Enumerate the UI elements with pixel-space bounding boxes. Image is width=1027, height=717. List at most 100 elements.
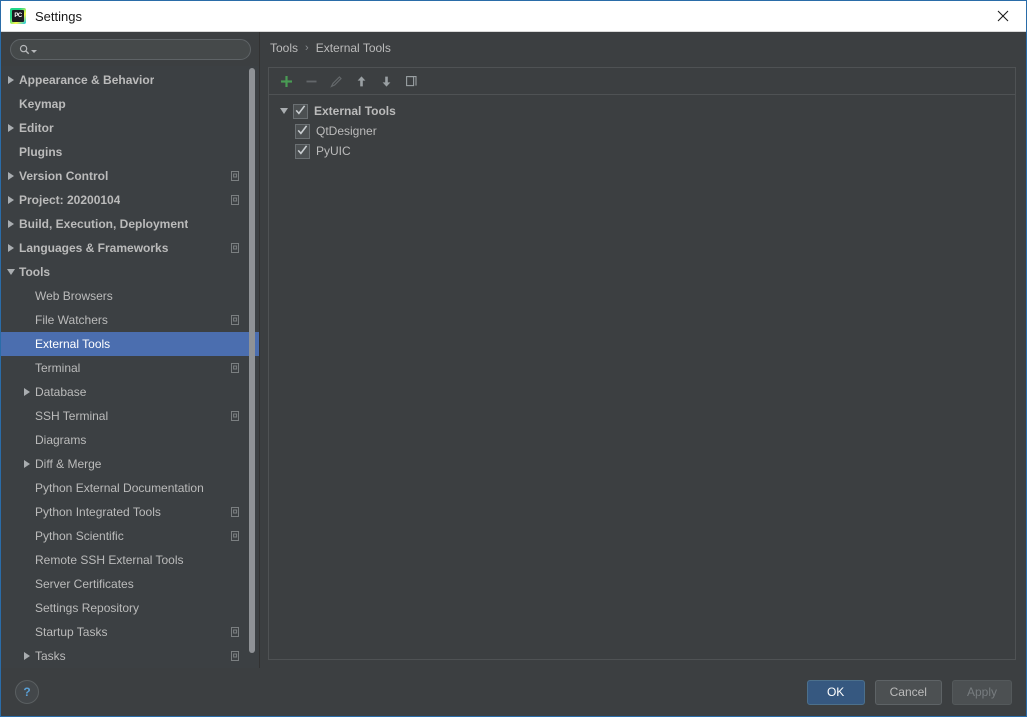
dialog-footer: ? OK Cancel Apply <box>1 668 1026 716</box>
pycharm-logo-icon <box>10 8 26 24</box>
arrow-up-icon[interactable] <box>349 69 374 93</box>
search-icon <box>19 44 30 55</box>
chevron-down-icon[interactable] <box>3 269 19 275</box>
sidebar-item-version-control[interactable]: Version Control <box>1 164 259 188</box>
sidebar-item-tools[interactable]: Tools <box>1 260 259 284</box>
sidebar-scrollbar-thumb[interactable] <box>249 68 255 653</box>
sidebar-scrollbar[interactable] <box>248 66 256 668</box>
tree-item-checkbox[interactable] <box>295 123 310 139</box>
breadcrumb-current: External Tools <box>315 41 391 55</box>
sidebar-scroll-area: Appearance & Behavior Keymap Editor Plugins… <box>1 66 259 668</box>
chevron-right-icon[interactable] <box>19 388 35 396</box>
dialog-content: Appearance & Behavior Keymap Editor Plugins… <box>1 32 1026 668</box>
sidebar-item-web-browsers[interactable]: Web Browsers <box>1 284 259 308</box>
sidebar-item-python-scientific[interactable]: Python Scientific <box>1 524 259 548</box>
apply-button[interactable]: Apply <box>951 679 1012 705</box>
sidebar-item-tasks[interactable]: Tasks <box>1 644 259 668</box>
chevron-right-icon[interactable] <box>3 124 19 132</box>
sidebar-item-label: Tasks <box>35 649 66 663</box>
sidebar-item-terminal[interactable]: Terminal <box>1 356 259 380</box>
project-scope-icon <box>231 242 241 254</box>
sidebar-item-label: Diagrams <box>35 433 87 447</box>
sidebar-item-python-external-documentation[interactable]: Python External Documentation <box>1 476 259 500</box>
window-title: Settings <box>35 8 82 24</box>
tree-item-checkbox[interactable] <box>295 143 310 159</box>
arrow-down-icon[interactable] <box>374 69 399 93</box>
sidebar-item-keymap[interactable]: Keymap <box>1 92 259 116</box>
tree-item-row[interactable]: QtDesigner <box>275 121 1015 141</box>
copy-icon[interactable] <box>399 69 424 93</box>
external-tools-panel: External Tools QtDesigner PyUIC <box>268 67 1016 660</box>
help-icon[interactable]: ? <box>15 680 39 704</box>
sidebar-item-diagrams[interactable]: Diagrams <box>1 428 259 452</box>
chevron-right-icon[interactable] <box>3 220 19 228</box>
sidebar-item-label: Server Certificates <box>35 577 134 591</box>
sidebar-item-plugins[interactable]: Plugins <box>1 140 259 164</box>
ok-button[interactable]: OK <box>806 679 865 705</box>
tree-item-label: QtDesigner <box>316 124 377 138</box>
project-scope-icon <box>231 530 241 542</box>
sidebar-item-label: Project: 20200104 <box>19 193 121 207</box>
chevron-right-icon[interactable] <box>3 172 19 180</box>
sidebar-item-ssh-terminal[interactable]: SSH Terminal <box>1 404 259 428</box>
search-input[interactable] <box>37 41 250 58</box>
project-scope-icon <box>231 506 241 518</box>
external-tools-tree: External Tools QtDesigner PyUIC <box>269 95 1015 161</box>
sidebar-item-remote-ssh-external-tools[interactable]: Remote SSH External Tools <box>1 548 259 572</box>
sidebar-item-languages-frameworks[interactable]: Languages & Frameworks <box>1 236 259 260</box>
project-scope-icon <box>231 410 241 422</box>
tree-group-checkbox[interactable] <box>293 103 308 119</box>
sidebar-item-label: Build, Execution, Deployment <box>19 217 189 231</box>
sidebar-item-python-integrated-tools[interactable]: Python Integrated Tools <box>1 500 259 524</box>
sidebar-item-editor[interactable]: Editor <box>1 116 259 140</box>
chevron-right-icon[interactable] <box>3 244 19 252</box>
sidebar-item-label: External Tools <box>35 337 111 351</box>
project-scope-icon <box>231 650 241 662</box>
chevron-down-icon[interactable] <box>275 108 293 114</box>
chevron-right-icon[interactable] <box>3 76 19 84</box>
project-scope-icon <box>231 362 241 374</box>
cancel-button[interactable]: Cancel <box>874 679 942 705</box>
sidebar-item-project-20200104[interactable]: Project: 20200104 <box>1 188 259 212</box>
sidebar-item-label: Plugins <box>19 145 63 159</box>
sidebar-item-label: Diff & Merge <box>35 457 102 471</box>
sidebar-item-label: Settings Repository <box>35 601 140 615</box>
sidebar-item-label: Appearance & Behavior <box>19 73 155 87</box>
chevron-right-icon[interactable] <box>19 460 35 468</box>
tree-group-row[interactable]: External Tools <box>275 101 1015 121</box>
sidebar-item-startup-tasks[interactable]: Startup Tasks <box>1 620 259 644</box>
project-scope-icon <box>231 314 241 326</box>
sidebar-item-build-execution-deployment[interactable]: Build, Execution, Deployment <box>1 212 259 236</box>
chevron-right-icon[interactable] <box>19 652 35 660</box>
settings-dialog-window: Settings Appearanc <box>0 0 1027 717</box>
sidebar-item-label: File Watchers <box>35 313 108 327</box>
chevron-right-icon[interactable] <box>3 196 19 204</box>
sidebar-item-label: Version Control <box>19 169 109 183</box>
project-scope-icon <box>231 626 241 638</box>
sidebar-item-list: Appearance & Behavior Keymap Editor Plugins… <box>1 66 259 668</box>
sidebar-item-label: Web Browsers <box>35 289 113 303</box>
close-icon[interactable] <box>980 1 1026 30</box>
tree-group-label: External Tools <box>314 104 396 118</box>
tree-item-label: PyUIC <box>316 144 351 158</box>
search-field[interactable] <box>10 39 251 60</box>
breadcrumb-parent[interactable]: Tools <box>270 41 298 55</box>
title-bar: Settings <box>1 1 1026 32</box>
remove-button[interactable] <box>299 69 324 93</box>
sidebar-item-server-certificates[interactable]: Server Certificates <box>1 572 259 596</box>
tree-item-row[interactable]: PyUIC <box>275 141 1015 161</box>
sidebar-item-database[interactable]: Database <box>1 380 259 404</box>
breadcrumb: Tools › External Tools <box>260 32 1016 64</box>
sidebar-item-settings-repository[interactable]: Settings Repository <box>1 596 259 620</box>
sidebar-item-file-watchers[interactable]: File Watchers <box>1 308 259 332</box>
sidebar-item-label: SSH Terminal <box>35 409 109 423</box>
sidebar-item-label: Python Integrated Tools <box>35 505 161 519</box>
sidebar-item-external-tools[interactable]: External Tools <box>1 332 259 356</box>
pencil-icon[interactable] <box>324 69 349 93</box>
settings-sidebar: Appearance & Behavior Keymap Editor Plugins… <box>1 32 260 668</box>
sidebar-item-label: Startup Tasks <box>35 625 108 639</box>
sidebar-item-label: Database <box>35 385 87 399</box>
sidebar-item-diff-merge[interactable]: Diff & Merge <box>1 452 259 476</box>
add-button[interactable] <box>274 69 299 93</box>
sidebar-item-appearance-behavior[interactable]: Appearance & Behavior <box>1 68 259 92</box>
